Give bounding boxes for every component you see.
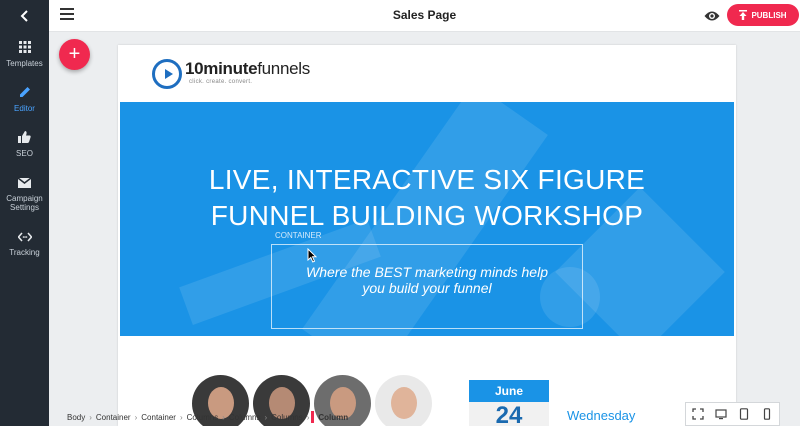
event-month: June (469, 380, 549, 402)
container-label: CONTAINER (275, 231, 322, 240)
top-bar: Sales Page PUBLISH (49, 0, 800, 32)
pencil-icon (19, 86, 31, 101)
breadcrumb-item[interactable]: Columns (271, 413, 303, 422)
logo[interactable]: 10minutefunnels click. create. convert. (152, 59, 310, 89)
sidebar-item-tracking[interactable]: Tracking (0, 221, 49, 266)
mouse-cursor-icon (307, 248, 317, 263)
code-icon (17, 231, 32, 245)
hero-subheadline[interactable]: Where the BEST marketing minds help you … (271, 264, 583, 296)
thumbs-up-icon (18, 131, 31, 146)
breadcrumb-item[interactable]: Container (96, 413, 131, 422)
device-preview-toolbar (685, 402, 780, 426)
sidebar-item-templates[interactable]: Templates (0, 32, 49, 77)
breadcrumb-item-active[interactable]: Column (318, 413, 348, 422)
desktop-icon[interactable] (715, 408, 727, 420)
sidebar-item-label: Tracking (9, 247, 40, 257)
sidebar-item-label: Campaign Settings (6, 193, 43, 212)
logo-wordmark: 10minutefunnels (185, 59, 310, 78)
breadcrumb-item[interactable]: Container (141, 413, 176, 422)
page-canvas[interactable]: 10minutefunnels click. create. convert. … (118, 45, 736, 426)
mail-icon (17, 176, 32, 191)
event-date-card: June 24 (469, 380, 549, 426)
left-sidebar: Templates Editor SEO Campaign Settings T… (0, 0, 49, 426)
breadcrumb-active-marker (311, 411, 315, 423)
plus-icon: + (68, 43, 81, 65)
grid-icon (18, 41, 31, 56)
publish-button[interactable]: PUBLISH (727, 4, 799, 26)
add-element-button[interactable]: + (59, 39, 90, 70)
breadcrumb-item[interactable]: Body (67, 413, 85, 422)
sidebar-item-campaign-settings[interactable]: Campaign Settings (0, 167, 49, 221)
breadcrumb: Body › Container › Container › Columns › Col… (67, 411, 349, 423)
hero-headline[interactable]: LIVE, INTERACTIVE SIX FIGURE FUNNEL BUIL… (120, 162, 734, 234)
breadcrumb-item[interactable]: Columns (229, 413, 261, 422)
sidebar-item-seo[interactable]: SEO (0, 122, 49, 167)
upload-icon (739, 10, 748, 20)
sidebar-item-label: SEO (16, 149, 33, 158)
mobile-icon[interactable] (761, 408, 773, 420)
preview-eye-icon[interactable] (704, 9, 720, 21)
publish-label: PUBLISH (751, 10, 787, 20)
hero-section[interactable]: LIVE, INTERACTIVE SIX FIGURE FUNNEL BUIL… (120, 102, 734, 336)
speaker-avatar[interactable] (375, 375, 432, 426)
sidebar-item-label: Templates (6, 59, 43, 68)
sidebar-item-editor[interactable]: Editor (0, 77, 49, 122)
logo-play-icon (152, 59, 182, 89)
sidebar-item-label: Editor (14, 104, 35, 113)
fullscreen-icon[interactable] (691, 408, 704, 420)
event-weekday: Wednesday (567, 408, 636, 423)
tablet-icon[interactable] (738, 408, 750, 420)
breadcrumb-item[interactable]: Columns (187, 413, 219, 422)
page-title: Sales Page (392, 8, 457, 22)
logo-tagline: click. create. convert. (189, 79, 253, 85)
event-day: 24 (469, 402, 549, 426)
back-chevron-icon[interactable] (0, 0, 49, 32)
